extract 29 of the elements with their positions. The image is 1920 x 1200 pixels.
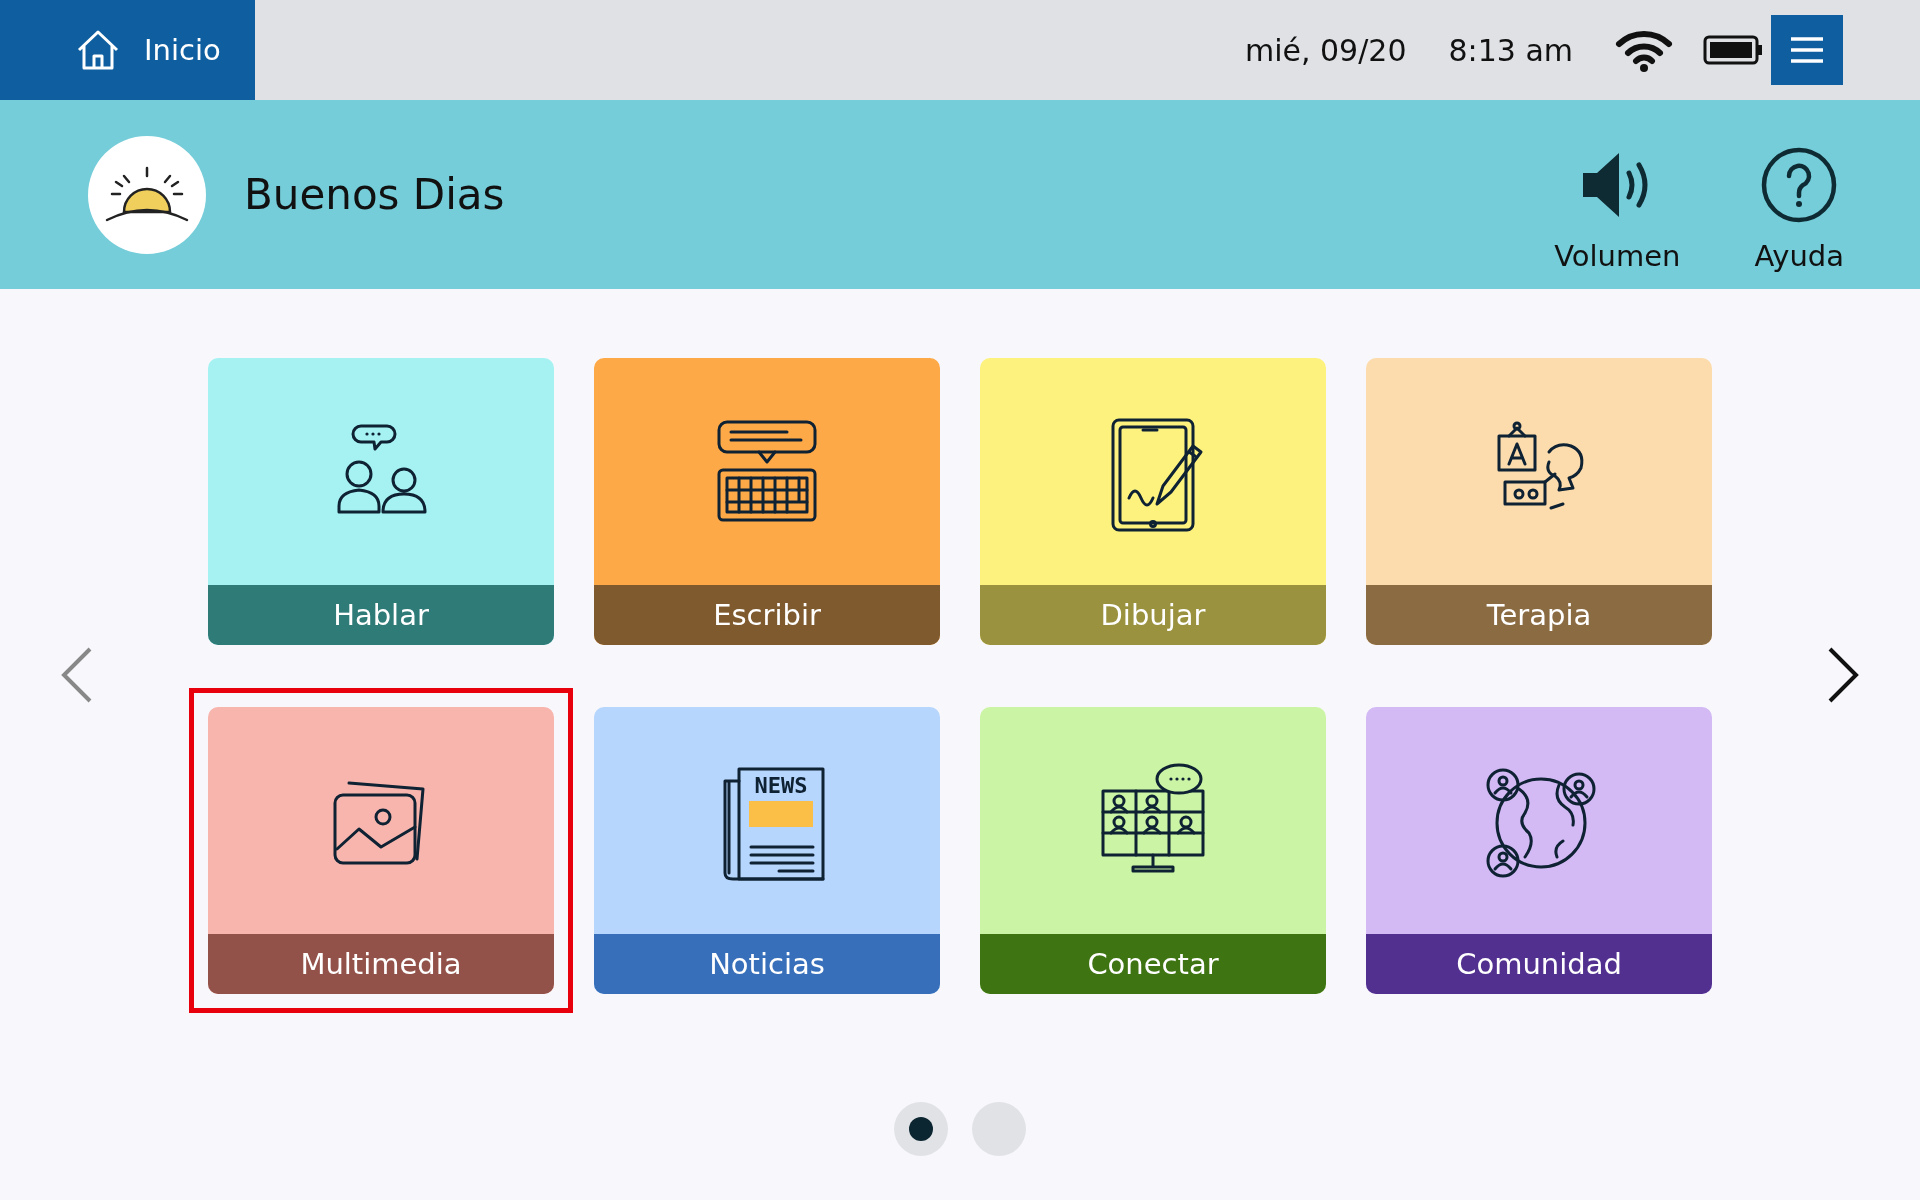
tile-label: Dibujar <box>980 585 1326 645</box>
home-button[interactable]: Inicio <box>0 0 255 100</box>
volume-button[interactable]: Volumen <box>1548 115 1687 274</box>
tile-label: Noticias <box>594 934 940 994</box>
time-text: 8:13 am <box>1448 32 1573 68</box>
tile-label: Escribir <box>594 585 940 645</box>
tile-label: Multimedia <box>208 934 554 994</box>
news-text: NEWS <box>754 772 808 798</box>
tile-label: Hablar <box>208 585 554 645</box>
tile-label: Terapia <box>1366 585 1712 645</box>
app-tile[interactable]: NEWS Noticias <box>575 688 959 1013</box>
page-dot[interactable] <box>894 1102 948 1156</box>
app-tile[interactable]: Multimedia <box>189 688 573 1013</box>
app-tile[interactable]: Comunidad <box>1347 688 1731 1013</box>
app-tile[interactable]: Dibujar <box>961 339 1345 664</box>
menu-button[interactable] <box>1771 15 1843 85</box>
help-button[interactable]: Ayuda <box>1748 115 1850 274</box>
menu-icon <box>1789 36 1825 64</box>
tile-label: Conectar <box>980 934 1326 994</box>
wifi-icon <box>1615 28 1673 72</box>
app-tile[interactable]: Hablar <box>189 339 573 664</box>
greeting-text: Buenos Dias <box>244 170 506 219</box>
date-text: mié, 09/20 <box>1244 32 1407 68</box>
battery-icon <box>1703 35 1763 65</box>
tile-label: Comunidad <box>1366 934 1712 994</box>
app-tile[interactable]: Escribir <box>575 339 959 664</box>
app-tile[interactable]: Conectar <box>961 688 1345 1013</box>
newspaper-icon <box>723 767 825 880</box>
app-tile[interactable]: Terapia <box>1347 339 1731 664</box>
